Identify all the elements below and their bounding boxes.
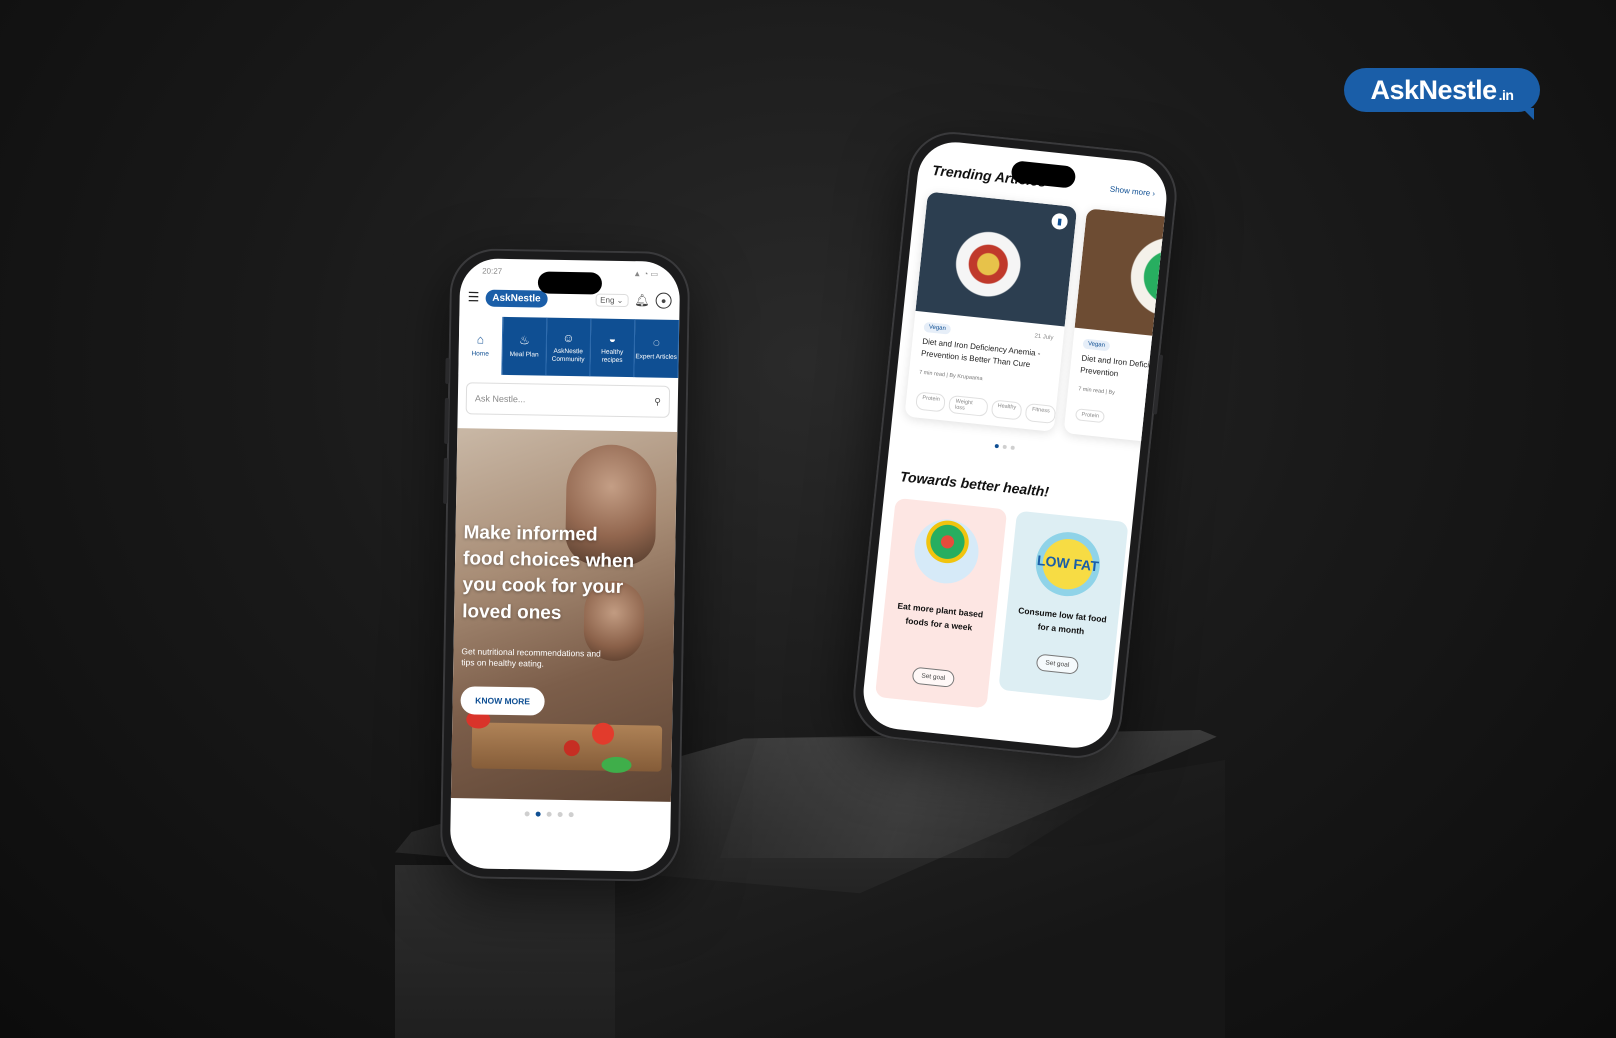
carousel-dot[interactable] [546,811,552,817]
phone-right-screen: Trending Articles Show more › ▮ Vegan 21… [859,138,1171,752]
goal-card-plant-based[interactable]: Eat more plant based foods for a week Se… [874,497,1008,709]
hero-subtext: Get nutritional recommendations and tips… [461,646,601,670]
bell-icon[interactable]: 🔔︎ [634,293,649,307]
low-fat-icon: LOW FAT [1032,529,1104,600]
pedestal-front [395,865,615,1038]
phone-side-button [1152,354,1164,415]
tab-label: Home [471,350,489,358]
search-input[interactable]: Ask Nestle... ⚲ [465,382,671,418]
goal-text: Eat more plant based foods for a week [897,600,984,633]
language-value: Eng [600,295,615,305]
carousel-dot[interactable] [1002,444,1007,450]
dynamic-island [537,271,603,295]
tab-meal-plan[interactable]: ♨ Meal Plan [502,316,548,376]
status-icons: ▲ ◔ ▭ [633,269,659,279]
tab-community[interactable]: ☺ AskNestle Community [546,317,592,377]
tab-expert-articles[interactable]: ◌ Expert Articles [634,319,680,378]
article-chips: Protein [1074,408,1106,424]
article-title: Diet and Iron Deficiency Anemia - Preven… [920,336,1041,370]
carousel-dot-active[interactable] [994,443,999,449]
recipes-icon: ◒ [608,331,617,346]
phone-side-button [444,397,449,444]
phone-left: 20:27 ▲ ◔ ▭ ☰ AskNestle Eng ⌄ 🔔︎ ● ⌂ Hom… [439,247,691,883]
article-chip[interactable]: Protein [915,391,947,413]
menu-icon[interactable]: ☰ [468,289,480,305]
article-meta: 7 min read | By [1077,386,1116,397]
trending-carousel-dots [994,443,1015,450]
phone-right: Trending Articles Show more › ▮ Vegan 21… [848,127,1182,763]
know-more-button[interactable]: KNOW MORE [460,686,545,716]
tab-label: Healthy recipes [601,348,624,364]
carousel-dot-active[interactable] [535,811,541,817]
user-icon[interactable]: ● [655,292,672,309]
article-chip[interactable]: Healthy [990,399,1023,421]
article-chips: Protein Weight loss Healthy Fitness [915,391,1057,425]
phone-left-screen: 20:27 ▲ ◔ ▭ ☰ AskNestle Eng ⌄ 🔔︎ ● ⌂ Hom… [449,258,681,872]
carousel-dot[interactable] [557,811,563,817]
nav-tabs: ⌂ Home ♨ Meal Plan ☺ AskNestle Community… [458,316,680,378]
carousel-dot[interactable] [568,812,574,818]
goal-card-low-fat[interactable]: LOW FAT Consume low fat food for a month… [998,510,1129,702]
goal-text: Consume low fat food for a month [1017,605,1108,637]
phone-side-button [445,357,450,384]
article-chip[interactable]: Fitness [1024,402,1057,425]
tab-home[interactable]: ⌂ Home [458,316,504,375]
article-card[interactable]: ▮ Vegan 21 July Diet and Iron Deficiency… [904,191,1078,432]
brand-name: AskNestle [1370,74,1498,105]
tab-healthy-recipes[interactable]: ◒ Healthy recipes [590,318,636,378]
logo-speech-tail [1522,108,1534,120]
tab-label: Meal Plan [509,350,539,359]
article-image [1074,208,1171,344]
set-goal-button[interactable]: Set goal [1035,653,1080,675]
app-logo[interactable]: AskNestle [485,289,548,308]
article-date: 21 July [1034,333,1054,342]
tab-label: Expert Articles [635,352,677,361]
tab-label: AskNestle Community [551,347,585,363]
salad-bowl-icon [911,516,982,587]
home-icon: ⌂ [476,332,485,347]
hero-photo-greens [601,756,632,774]
article-chip[interactable]: Protein [1074,408,1106,424]
articles-icon: ◌ [652,335,661,351]
status-time: 20:27 [482,266,503,276]
health-title: Towards better health! [899,468,1050,500]
language-select[interactable]: Eng ⌄ [595,292,629,307]
article-tag: Vegan [923,321,952,335]
show-more-link[interactable]: Show more › [1109,185,1155,199]
meal-plan-icon: ♨ [518,333,530,348]
set-goal-button[interactable]: Set goal [911,666,955,688]
article-image [915,191,1078,327]
search-placeholder: Ask Nestle... [474,393,526,405]
article-tag: Vegan [1082,338,1111,352]
community-icon: ☺ [562,330,575,345]
article-chip[interactable]: Weight loss [948,394,989,417]
carousel-dot[interactable] [1010,445,1015,450]
carousel-dot[interactable] [524,811,530,817]
hero-banner: Make informed food choices when you cook… [450,428,678,802]
search-icon[interactable]: ⚲ [654,396,661,407]
hero-headline: Make informed food choices when you cook… [461,522,635,624]
brand-suffix: .in [1498,86,1514,103]
article-meta: 7 min read | By Krupaama [918,369,983,383]
phone-side-button [443,457,448,504]
brand-logo: AskNestle .in [1344,68,1540,120]
hero-carousel-dots [524,811,574,818]
